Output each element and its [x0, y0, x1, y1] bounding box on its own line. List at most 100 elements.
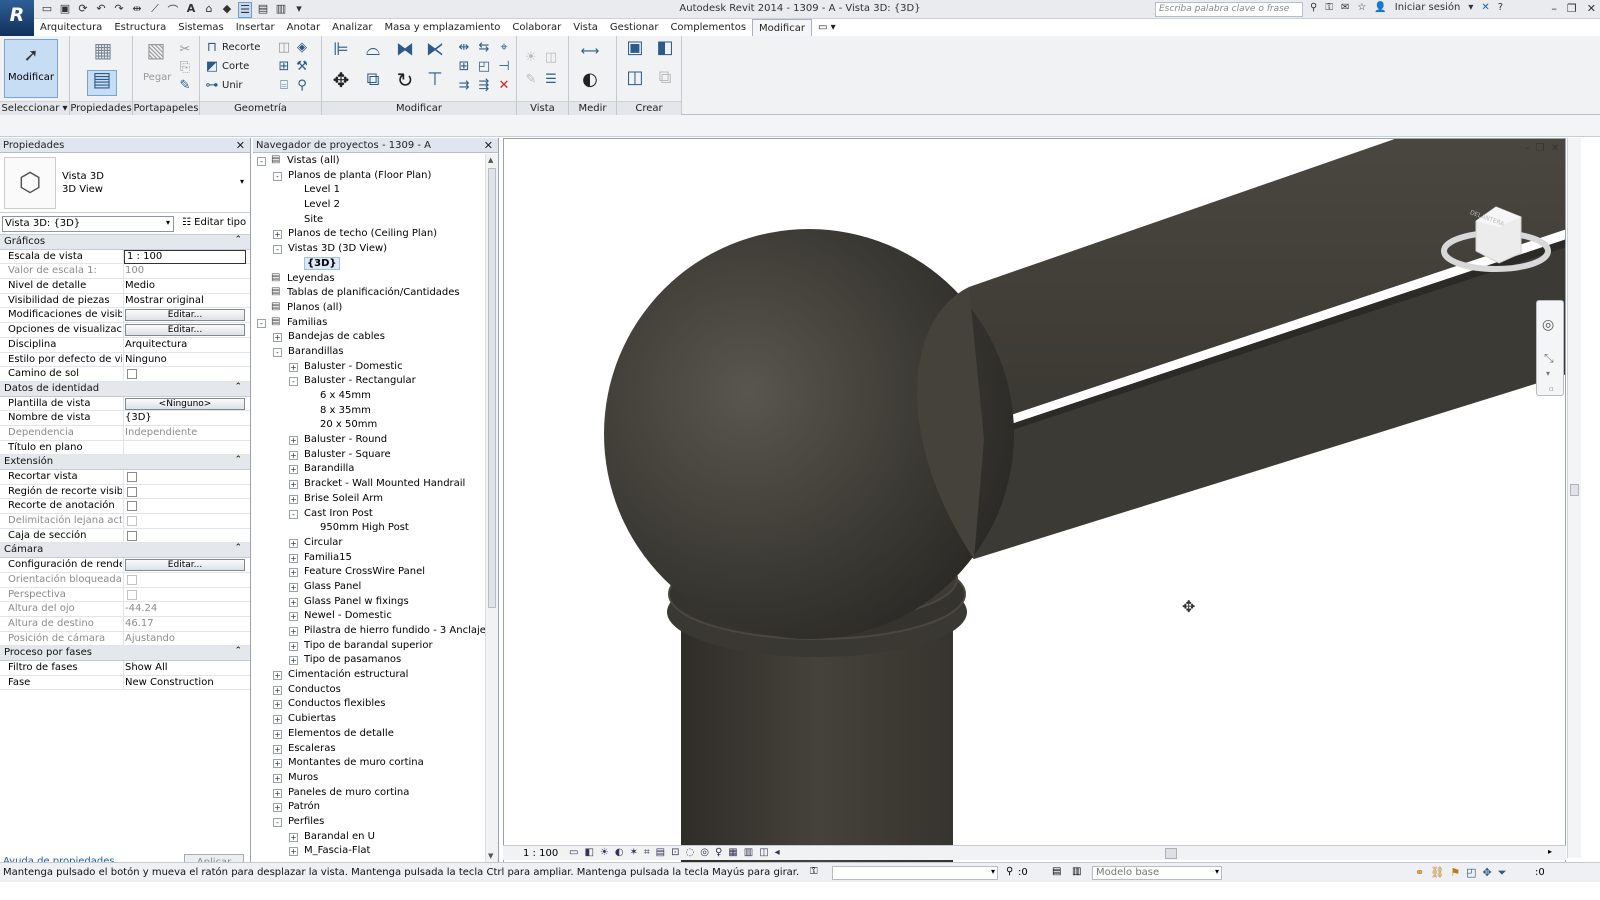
- save-icon[interactable]: ▣: [58, 2, 72, 18]
- detail-level-icon[interactable]: ▭: [569, 847, 578, 858]
- 3d-view-canvas[interactable]: – ❐ ✕ DELANTERA ◎ ⤡ ▾ ▫ ✥: [503, 138, 1566, 878]
- collapse-icon[interactable]: ⌃: [234, 455, 242, 465]
- tree-node[interactable]: + Patrón: [253, 800, 485, 815]
- split-icon[interactable]: ⇹: [456, 40, 472, 56]
- property-value-input[interactable]: 1 : 100: [124, 249, 246, 264]
- design-options-icon[interactable]: ▤: [1052, 866, 1061, 877]
- section-icon[interactable]: ◆: [220, 2, 234, 18]
- select-by-face-icon[interactable]: ◰: [1466, 866, 1476, 880]
- scrollbar-thumb[interactable]: [488, 168, 496, 608]
- property-edit-button[interactable]: Editar...: [125, 324, 245, 337]
- tree-node[interactable]: + Bracket - Wall Mounted Handrail: [253, 477, 485, 492]
- collapse-icon[interactable]: -: [273, 347, 282, 357]
- tree-node[interactable]: + Baluster - Domestic: [253, 360, 485, 375]
- worksets-icon[interactable]: ⚿: [810, 866, 818, 877]
- tree-node[interactable]: + Feature CrossWire Panel: [253, 565, 485, 580]
- copy-icon[interactable]: ⎘: [177, 60, 193, 76]
- collapse-icon[interactable]: -: [289, 509, 298, 519]
- expand-icon[interactable]: +: [289, 362, 298, 372]
- cut-geometry-button[interactable]: Corte: [222, 61, 249, 72]
- tree-node[interactable]: + Pilastra de hierro fundido - 3 Anclajes: [253, 624, 485, 639]
- tree-node[interactable]: ▤ Leyendas: [253, 272, 485, 287]
- property-checkbox[interactable]: [127, 472, 137, 482]
- pin-icon[interactable]: ⊣: [496, 59, 512, 75]
- ribbon-minimize-icon[interactable]: ▭ ▾: [812, 19, 842, 36]
- favorites-icon[interactable]: ☆: [1357, 2, 1366, 13]
- temp-hide-icon[interactable]: ◌: [685, 847, 694, 858]
- undo-icon[interactable]: ↶: [94, 2, 108, 18]
- aligned-dimension-icon[interactable]: ◐: [575, 71, 605, 89]
- show-crop-icon[interactable]: ▤: [656, 847, 665, 858]
- tree-node[interactable]: - Cast Iron Post: [253, 507, 485, 522]
- create-parts-icon[interactable]: ◧: [653, 39, 677, 64]
- tree-node[interactable]: + Circular: [253, 536, 485, 551]
- instance-filter-select[interactable]: Vista 3D: {3D} ▾: [2, 216, 174, 232]
- minimize-icon[interactable]: –: [1551, 2, 1557, 15]
- property-group[interactable]: Proceso por fases ⌃: [0, 646, 250, 661]
- worksharing-icon[interactable]: ◫: [759, 847, 768, 858]
- create-similar-icon[interactable]: ⧉: [653, 69, 677, 94]
- collapse-icon[interactable]: -: [289, 377, 298, 387]
- cut-icon[interactable]: ✂: [177, 42, 193, 58]
- edit-type-button[interactable]: ☷ Editar tipo: [180, 216, 248, 232]
- tree-node[interactable]: ▤ Planos (all): [253, 301, 485, 316]
- tree-node[interactable]: + Cimentación estructural: [253, 668, 485, 683]
- tab-modificar[interactable]: Modificar: [752, 19, 812, 36]
- tree-node[interactable]: + Elementos de detalle: [253, 727, 485, 742]
- thin-lines-icon[interactable]: ☰: [238, 2, 252, 18]
- horizontal-scroll-thumb[interactable]: [1165, 848, 1177, 859]
- tab-estructura[interactable]: Estructura: [108, 19, 172, 36]
- customize-qat-icon[interactable]: ▾: [292, 2, 306, 18]
- close-icon[interactable]: ✕: [484, 139, 493, 152]
- tab-complementos[interactable]: Complementos: [664, 19, 752, 36]
- expand-icon[interactable]: +: [273, 715, 282, 725]
- expand-icon[interactable]: +: [289, 832, 298, 842]
- property-edit-button[interactable]: <Ninguno>: [125, 397, 245, 410]
- zoom-icon[interactable]: ⤡: [1544, 351, 1554, 366]
- chevron-down-icon[interactable]: ▾: [1546, 369, 1550, 378]
- chevron-down-icon[interactable]: ▾: [1468, 2, 1473, 13]
- properties-icon[interactable]: ▤: [87, 69, 117, 96]
- tree-node[interactable]: - Planos de planta (Floor Plan): [253, 169, 485, 184]
- tree-node[interactable]: - Barandillas: [253, 345, 485, 360]
- scale-icon[interactable]: ◰: [476, 59, 492, 75]
- application-menu-button[interactable]: R: [0, 0, 34, 36]
- highlight-icon[interactable]: ▦: [728, 847, 737, 858]
- join-icon[interactable]: ⊶: [204, 78, 220, 94]
- tree-node[interactable]: + Newel - Domestic: [253, 609, 485, 624]
- select-underlay-icon[interactable]: ⛓: [1430, 866, 1444, 880]
- rotate-icon[interactable]: ↻: [394, 70, 416, 90]
- design-option-select[interactable]: Modelo base ▾: [1092, 866, 1222, 880]
- scroll-up-icon[interactable]: ▲: [488, 156, 493, 164]
- constraints-icon[interactable]: ▥: [744, 847, 753, 858]
- tree-node[interactable]: + Tipo de barandal superior: [253, 639, 485, 654]
- expand-icon[interactable]: +: [273, 773, 282, 783]
- scrollbar-thumb[interactable]: [1570, 484, 1579, 496]
- tree-node[interactable]: + Bandejas de cables: [253, 330, 485, 345]
- cope-button[interactable]: Recorte: [222, 42, 260, 53]
- expand-icon[interactable]: +: [289, 553, 298, 563]
- tab-arquitectura[interactable]: Arquitectura: [34, 19, 108, 36]
- property-value[interactable]: New Construction: [125, 677, 245, 688]
- property-edit-button[interactable]: Editar...: [125, 559, 245, 572]
- exchange-icon[interactable]: ✕: [1481, 2, 1489, 13]
- type-properties-icon[interactable]: ▦: [92, 40, 114, 66]
- trim-icon[interactable]: ⊤: [424, 71, 446, 89]
- tab-sistemas[interactable]: Sistemas: [172, 19, 230, 36]
- expand-icon[interactable]: +: [273, 333, 282, 343]
- trim-multiple-icon[interactable]: ⇶: [476, 78, 492, 94]
- tree-node[interactable]: + Familia15: [253, 551, 485, 566]
- close-icon[interactable]: ✕: [236, 139, 245, 152]
- drag-elements-icon[interactable]: ✥: [1482, 866, 1491, 880]
- unpin-icon[interactable]: ⌖: [496, 40, 512, 56]
- remove-paint-icon[interactable]: ⚲: [294, 78, 310, 94]
- paint-icon[interactable]: ◈: [294, 40, 310, 56]
- demolish-icon[interactable]: ⚒: [294, 59, 310, 75]
- close-icon[interactable]: ✕: [1551, 143, 1559, 154]
- expand-icon[interactable]: +: [273, 803, 282, 813]
- minimize-icon[interactable]: –: [1525, 143, 1530, 154]
- tree-node[interactable]: - Baluster - Rectangular: [253, 374, 485, 389]
- default-3d-view-icon[interactable]: ⌂: [202, 2, 216, 18]
- collapse-icon[interactable]: ⌃: [234, 646, 242, 656]
- navbar-options-icon[interactable]: ▫: [1549, 385, 1554, 393]
